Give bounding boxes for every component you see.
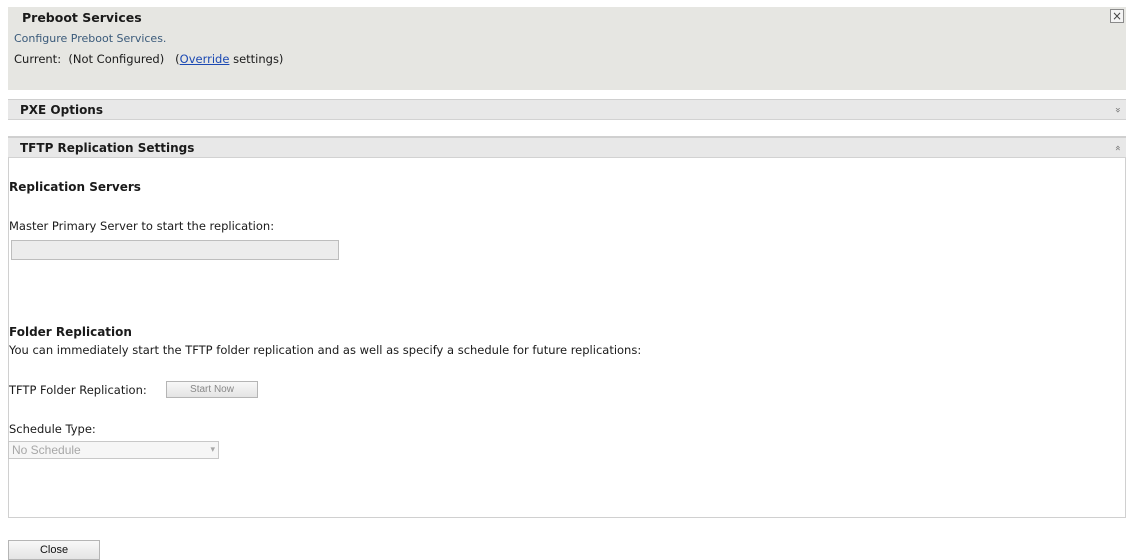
master-server-label: Master Primary Server to start the repli… [9, 219, 275, 233]
section-title-pxe: PXE Options [20, 103, 103, 117]
override-link[interactable]: Override [180, 52, 230, 66]
current-status-text: Current: (Not Configured) ( [14, 52, 180, 66]
replication-servers-heading: Replication Servers [9, 180, 141, 194]
expand-chevron-icon[interactable]: » [1107, 107, 1127, 113]
preboot-services-panel: Preboot Services × Configure Preboot Ser… [8, 7, 1126, 90]
folder-replication-heading: Folder Replication [9, 325, 132, 339]
current-status: Current: (Not Configured) (Override sett… [14, 52, 283, 66]
chevron-down-icon: ▾ [210, 445, 215, 455]
master-server-input[interactable] [11, 240, 339, 260]
tftp-replication-panel [8, 136, 1126, 518]
folder-replication-description: You can immediately start the TFTP folde… [9, 343, 642, 357]
panel-description: Configure Preboot Services. [14, 32, 167, 45]
start-now-button[interactable]: Start Now [166, 381, 258, 398]
collapse-chevron-icon[interactable]: « [1107, 145, 1127, 151]
pxe-options-header[interactable]: PXE Options » [8, 99, 1126, 120]
tftp-folder-replication-label: TFTP Folder Replication: [9, 383, 147, 397]
panel-title: Preboot Services [22, 10, 142, 25]
schedule-type-select[interactable]: No Schedule ▾ [8, 441, 219, 459]
close-button[interactable]: Close [8, 540, 100, 560]
current-status-suffix: settings) [229, 52, 284, 66]
tftp-replication-header[interactable]: TFTP Replication Settings « [8, 137, 1126, 158]
schedule-type-label: Schedule Type: [9, 422, 96, 436]
section-title-tftp: TFTP Replication Settings [20, 141, 195, 155]
close-icon[interactable]: × [1110, 9, 1124, 23]
schedule-type-value: No Schedule [12, 443, 81, 457]
